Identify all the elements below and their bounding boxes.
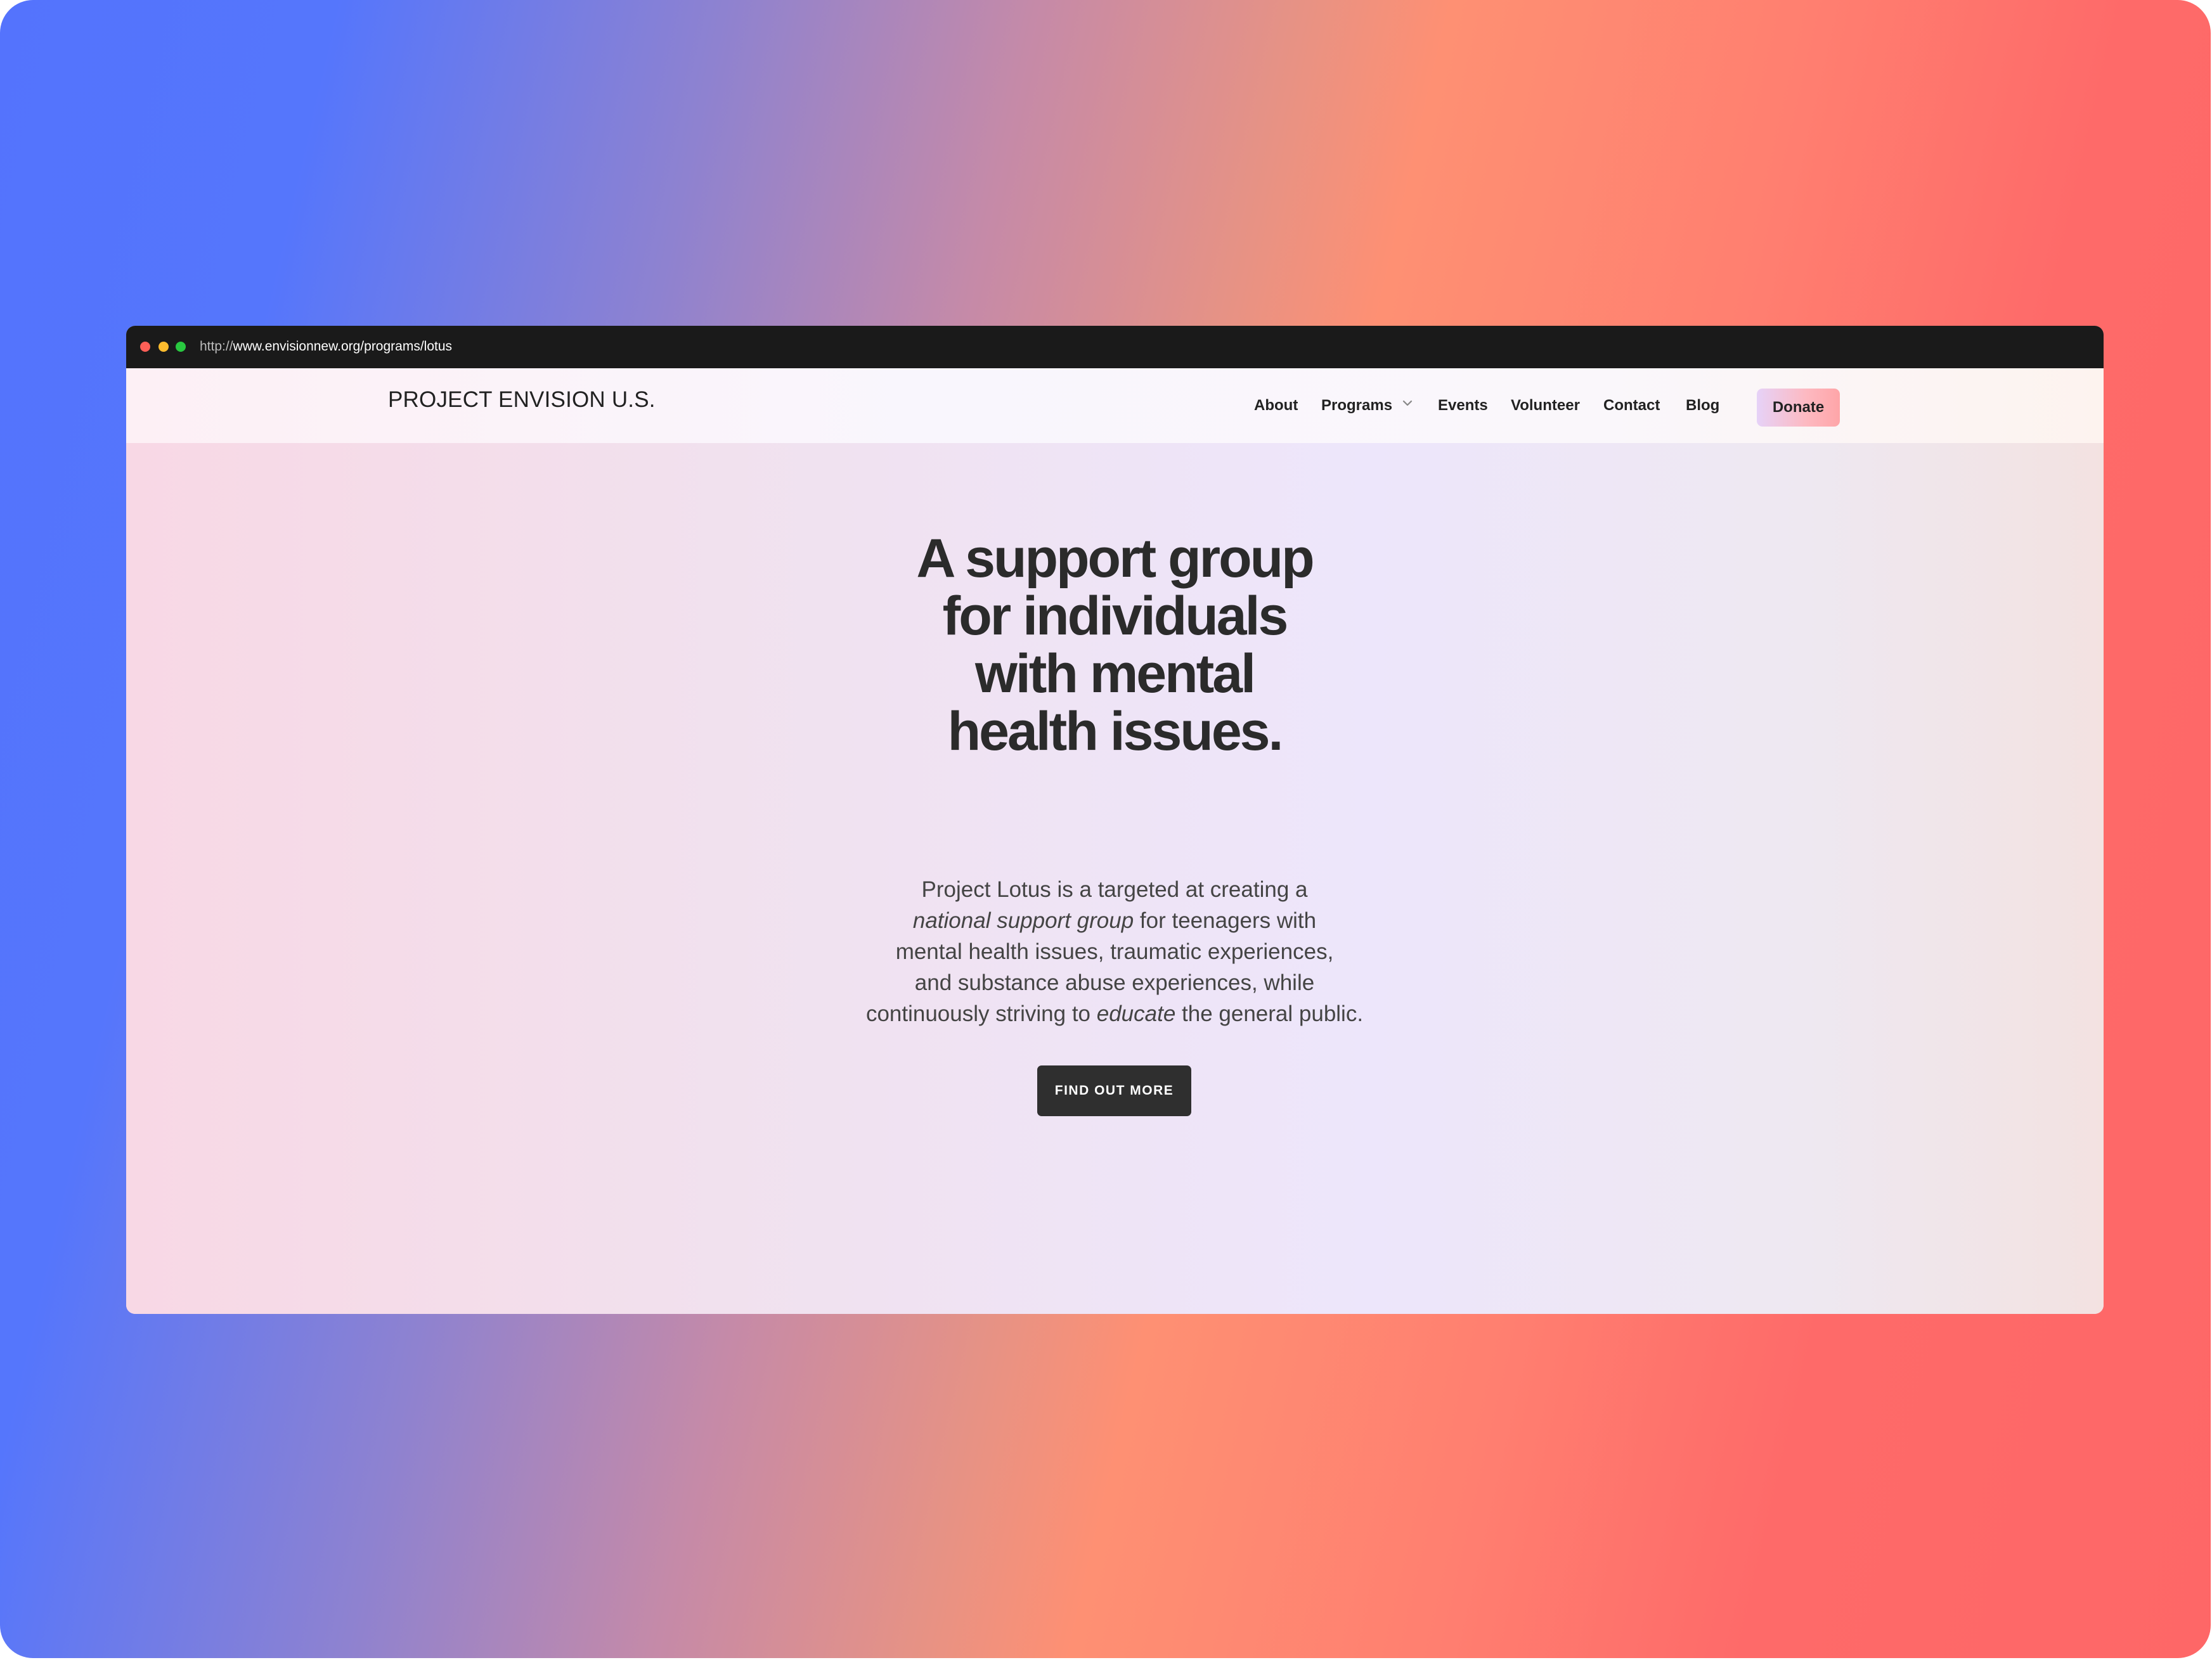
nav-contact[interactable]: Contact <box>1603 396 1660 416</box>
desc-line: continuously striving to <box>865 1001 1097 1026</box>
nav-blog[interactable]: Blog <box>1686 396 1719 416</box>
desc-line: Project Lotus is a targeted at creating … <box>921 877 1308 902</box>
url-protocol: http:// <box>200 339 233 354</box>
desc-line: and substance abuse experiences, while <box>914 970 1315 995</box>
hero-description: Project Lotus is a targeted at creating … <box>861 874 1368 1029</box>
desc-emphasis: national support group <box>912 908 1134 933</box>
nav-about[interactable]: About <box>1254 396 1298 416</box>
hero-title-line: with mental <box>974 643 1256 704</box>
hero-title-line: for individuals <box>942 586 1289 647</box>
browser-window: http://www.envisionnew.org/programs/lotu… <box>126 326 2104 1314</box>
maximize-window-icon[interactable] <box>176 342 186 352</box>
find-out-more-button[interactable]: FIND OUT MORE <box>1037 1065 1191 1116</box>
hero-title: A support group for individuals with men… <box>874 530 1355 761</box>
hero-title-line: A support group <box>916 528 1314 589</box>
hero-title-line: health issues. <box>947 701 1284 762</box>
site-logo[interactable]: PROJECT ENVISION U.S. <box>388 386 656 414</box>
chevron-down-icon[interactable] <box>1402 399 1413 408</box>
desc-emphasis: educate <box>1096 1001 1176 1026</box>
nav-programs[interactable]: Programs <box>1321 396 1392 416</box>
browser-titlebar: http://www.envisionnew.org/programs/lotu… <box>126 326 2104 368</box>
url-path: www.envisionnew.org/programs/lotus <box>233 339 453 354</box>
donate-button[interactable]: Donate <box>1757 389 1840 427</box>
site-navbar: PROJECT ENVISION U.S. About Programs Eve… <box>126 368 2104 443</box>
nav-events[interactable]: Events <box>1438 396 1488 416</box>
gradient-backdrop: http://www.envisionnew.org/programs/lotu… <box>0 0 2211 1658</box>
desc-line: the general public. <box>1175 1001 1364 1026</box>
close-window-icon[interactable] <box>140 342 150 352</box>
desc-line: for teenagers with <box>1134 908 1317 933</box>
minimize-window-icon[interactable] <box>158 342 169 352</box>
nav-volunteer[interactable]: Volunteer <box>1511 396 1580 416</box>
desc-line: mental health issues, traumatic experien… <box>895 939 1334 964</box>
address-bar[interactable]: http://www.envisionnew.org/programs/lotu… <box>200 337 452 357</box>
page-content: PROJECT ENVISION U.S. About Programs Eve… <box>126 368 2104 1314</box>
